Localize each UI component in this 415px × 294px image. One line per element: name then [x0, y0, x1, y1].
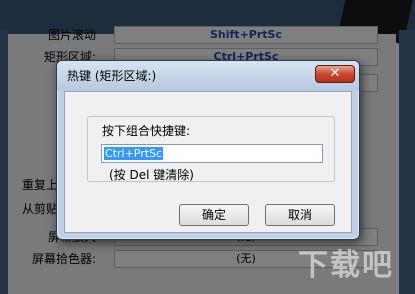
dialog-title: 热键 (矩形区域:)	[67, 69, 157, 83]
hotkey-input[interactable]: Ctrl+PrtSc	[101, 144, 323, 163]
hotkey-prompt-label: 按下组合快捷键:	[102, 124, 191, 138]
dialog-titlebar[interactable]: 热键 (矩形区域:) ✕	[57, 61, 359, 91]
hotkey-dialog: 热键 (矩形区域:) ✕ 按下组合快捷键: Ctrl+PrtSc (按 Del …	[56, 60, 360, 240]
watermark-logo: 下载吧	[298, 248, 394, 283]
cancel-button[interactable]: 取消	[265, 204, 335, 226]
clear-hint-label: (按 Del 键清除)	[109, 168, 194, 182]
close-icon[interactable]: ✕	[315, 65, 355, 83]
dialog-body: 按下组合快捷键: Ctrl+PrtSc (按 Del 键清除) 确定 取消	[64, 91, 352, 233]
hotkey-input-value: Ctrl+PrtSc	[104, 147, 164, 160]
ok-button[interactable]: 确定	[179, 204, 249, 226]
